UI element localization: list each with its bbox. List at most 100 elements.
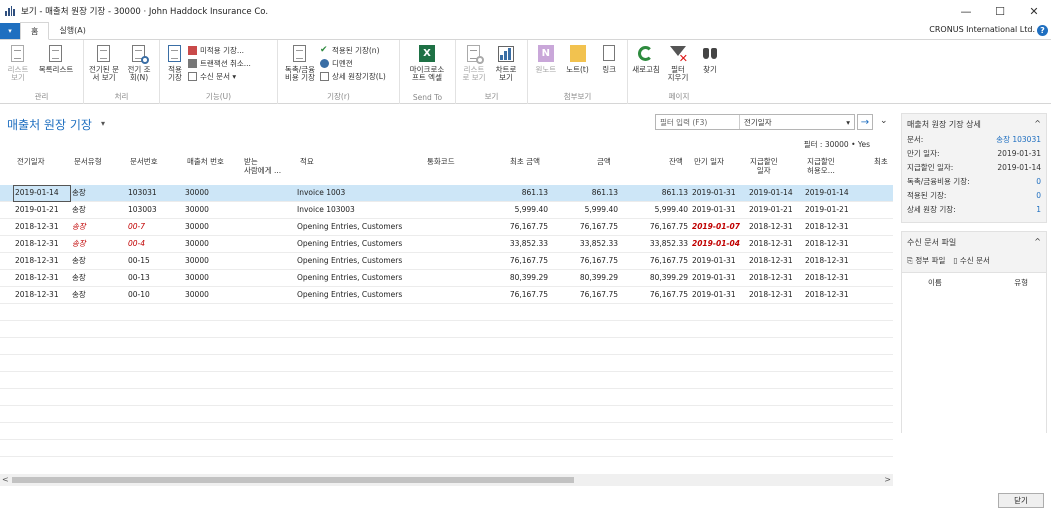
tab-home[interactable]: 홈 bbox=[20, 22, 50, 40]
col-document-type[interactable]: 문서유형 bbox=[74, 157, 102, 166]
cell-description[interactable]: Invoice 1003 bbox=[297, 185, 422, 202]
document-link[interactable]: 송장 103031 bbox=[996, 134, 1041, 146]
cell-remaining-amount[interactable]: 861.13 bbox=[628, 185, 688, 202]
cell-remaining-amount[interactable]: 76,167.75 bbox=[628, 219, 688, 236]
cell-amount[interactable]: 76,167.75 bbox=[558, 287, 618, 304]
cell-pmt-tolerance-date[interactable]: 2019-01-21 bbox=[805, 202, 857, 219]
cell-pmt-tolerance-date[interactable]: 2018-12-31 bbox=[805, 236, 857, 253]
dimensions-button[interactable]: 디멘젼 bbox=[320, 57, 386, 69]
cell-document-no[interactable]: 00-10 bbox=[128, 287, 178, 304]
cell-original-amount[interactable]: 76,167.75 bbox=[488, 253, 548, 270]
cell-pmt-discount-date[interactable]: 2019-01-21 bbox=[749, 202, 801, 219]
collapse-files-icon[interactable]: ^ bbox=[1034, 237, 1041, 248]
cell-description[interactable]: Opening Entries, Customers bbox=[297, 287, 422, 304]
table-row[interactable]: 2019-01-21 송장 103003 30000 Invoice 103003 5,9… bbox=[0, 202, 893, 219]
cell-message[interactable] bbox=[244, 236, 294, 253]
cell-customer-no[interactable]: 30000 bbox=[185, 253, 235, 270]
cell-pmt-tolerance-date[interactable]: 2018-12-31 bbox=[805, 287, 857, 304]
cell-customer-no[interactable]: 30000 bbox=[185, 287, 235, 304]
apply-filter-button[interactable]: → bbox=[857, 114, 873, 130]
cell-pmt-tolerance-date[interactable]: 2018-12-31 bbox=[805, 219, 857, 236]
col-description[interactable]: 적요 bbox=[300, 157, 314, 166]
cell-message[interactable] bbox=[244, 185, 294, 202]
cell-document-no[interactable]: 00-15 bbox=[128, 253, 178, 270]
cell-amount[interactable]: 80,399.29 bbox=[558, 270, 618, 287]
cell-remaining-amount[interactable]: 80,399.29 bbox=[628, 270, 688, 287]
cell-pmt-discount-date[interactable]: 2018-12-31 bbox=[749, 236, 801, 253]
cell-remaining-amount[interactable]: 5,999.40 bbox=[628, 202, 688, 219]
cell-description[interactable]: Opening Entries, Customers bbox=[297, 253, 422, 270]
cell-currency[interactable] bbox=[427, 202, 467, 219]
scroll-left-icon[interactable]: < bbox=[2, 475, 9, 484]
cell-customer-no[interactable]: 30000 bbox=[185, 185, 235, 202]
cell-pmt-discount-date[interactable]: 2018-12-31 bbox=[749, 253, 801, 270]
cell-amount[interactable]: 861.13 bbox=[558, 185, 618, 202]
table-row[interactable]: 2018-12-31 송장 00-13 30000 Opening Entries, C… bbox=[0, 270, 893, 287]
cell-description[interactable]: Opening Entries, Customers bbox=[297, 219, 422, 236]
reverse-transaction-button[interactable]: 트랜잭션 취소... bbox=[188, 57, 251, 69]
cell-currency[interactable] bbox=[427, 270, 467, 287]
cell-document-type[interactable]: 송장 bbox=[72, 185, 112, 202]
cell-amount[interactable]: 5,999.40 bbox=[558, 202, 618, 219]
cell-due-date[interactable]: 2019-01-07 bbox=[692, 219, 744, 236]
cell-remaining-amount[interactable]: 76,167.75 bbox=[628, 287, 688, 304]
cell-customer-no[interactable]: 30000 bbox=[185, 219, 235, 236]
col-customer-no[interactable]: 매출처 번호 bbox=[187, 157, 224, 166]
cell-original-amount[interactable]: 5,999.40 bbox=[488, 202, 548, 219]
cell-message[interactable] bbox=[244, 202, 294, 219]
cell-posting-date[interactable]: 2019-01-14 bbox=[13, 185, 71, 202]
tab-actions[interactable]: 실행(A) bbox=[49, 22, 95, 39]
close-window-button[interactable]: ✕ bbox=[1017, 0, 1051, 22]
cell-description[interactable]: Opening Entries, Customers bbox=[297, 270, 422, 287]
col-currency-code[interactable]: 통화코드 bbox=[427, 157, 455, 166]
cell-customer-no[interactable]: 30000 bbox=[185, 202, 235, 219]
cell-document-no[interactable]: 00-4 bbox=[128, 236, 178, 253]
cell-posting-date[interactable]: 2018-12-31 bbox=[13, 219, 71, 236]
files-col-name[interactable]: 이름 bbox=[928, 277, 942, 438]
cell-posting-date[interactable]: 2018-12-31 bbox=[13, 253, 71, 270]
cell-pmt-discount-date[interactable]: 2019-01-14 bbox=[749, 185, 801, 202]
scroll-thumb[interactable] bbox=[12, 477, 574, 483]
cell-description[interactable]: Invoice 103003 bbox=[297, 202, 422, 219]
cell-due-date[interactable]: 2019-01-31 bbox=[692, 185, 744, 202]
cell-original-amount[interactable]: 76,167.75 bbox=[488, 219, 548, 236]
cell-document-type[interactable]: 송장 bbox=[72, 287, 112, 304]
applied-entries-link[interactable]: 0 bbox=[1036, 190, 1041, 202]
table-row[interactable]: 2018-12-31 송장 00-7 30000 Opening Entries, Cu… bbox=[0, 219, 893, 236]
cell-amount[interactable]: 76,167.75 bbox=[558, 253, 618, 270]
incoming-document-menu[interactable]: 수신 문서 ▾ bbox=[188, 70, 251, 82]
table-row[interactable]: 2018-12-31 송장 00-10 30000 Opening Entries, C… bbox=[0, 287, 893, 304]
table-row[interactable]: 2018-12-31 송장 00-15 30000 Opening Entries, C… bbox=[0, 253, 893, 270]
cell-due-date[interactable]: 2019-01-31 bbox=[692, 270, 744, 287]
col-pmt-discount-date[interactable]: 지급할인 일자 bbox=[750, 157, 778, 175]
horizontal-scrollbar[interactable]: < > bbox=[0, 474, 893, 486]
col-posting-date[interactable]: 전기일자 bbox=[17, 157, 45, 166]
cell-posting-date[interactable]: 2019-01-21 bbox=[13, 202, 71, 219]
cell-pmt-discount-date[interactable]: 2018-12-31 bbox=[749, 270, 801, 287]
cell-message[interactable] bbox=[244, 287, 294, 304]
cell-amount[interactable]: 33,852.33 bbox=[558, 236, 618, 253]
cell-currency[interactable] bbox=[427, 185, 467, 202]
cell-document-type[interactable]: 송장 bbox=[72, 270, 112, 287]
cell-currency[interactable] bbox=[427, 287, 467, 304]
cell-posting-date[interactable]: 2018-12-31 bbox=[13, 270, 71, 287]
cell-currency[interactable] bbox=[427, 253, 467, 270]
cell-posting-date[interactable]: 2018-12-31 bbox=[13, 236, 71, 253]
cell-document-type[interactable]: 송장 bbox=[72, 202, 112, 219]
col-message-to-recipient[interactable]: 받는 사람에게 ... bbox=[244, 157, 281, 175]
col-amount[interactable]: 금액 bbox=[597, 157, 611, 166]
cell-document-no[interactable]: 00-13 bbox=[128, 270, 178, 287]
cell-message[interactable] bbox=[244, 270, 294, 287]
cell-pmt-tolerance-date[interactable]: 2019-01-14 bbox=[805, 185, 857, 202]
cell-pmt-discount-date[interactable]: 2018-12-31 bbox=[749, 287, 801, 304]
reminder-entries-link[interactable]: 0 bbox=[1036, 176, 1041, 188]
maximize-button[interactable]: ☐ bbox=[983, 0, 1017, 22]
minimize-button[interactable]: — bbox=[949, 0, 983, 22]
cell-original-amount[interactable]: 861.13 bbox=[488, 185, 548, 202]
page-title-dropdown-icon[interactable]: ▾ bbox=[101, 119, 105, 128]
cell-customer-no[interactable]: 30000 bbox=[185, 236, 235, 253]
col-due-date[interactable]: 만기 일자 bbox=[694, 157, 724, 166]
cell-pmt-tolerance-date[interactable]: 2018-12-31 bbox=[805, 270, 857, 287]
applied-entries-button[interactable]: ✔ 적용된 기장(n) bbox=[320, 44, 386, 56]
attach-file-button[interactable]: ⎘ 정부 파일 bbox=[907, 255, 945, 266]
